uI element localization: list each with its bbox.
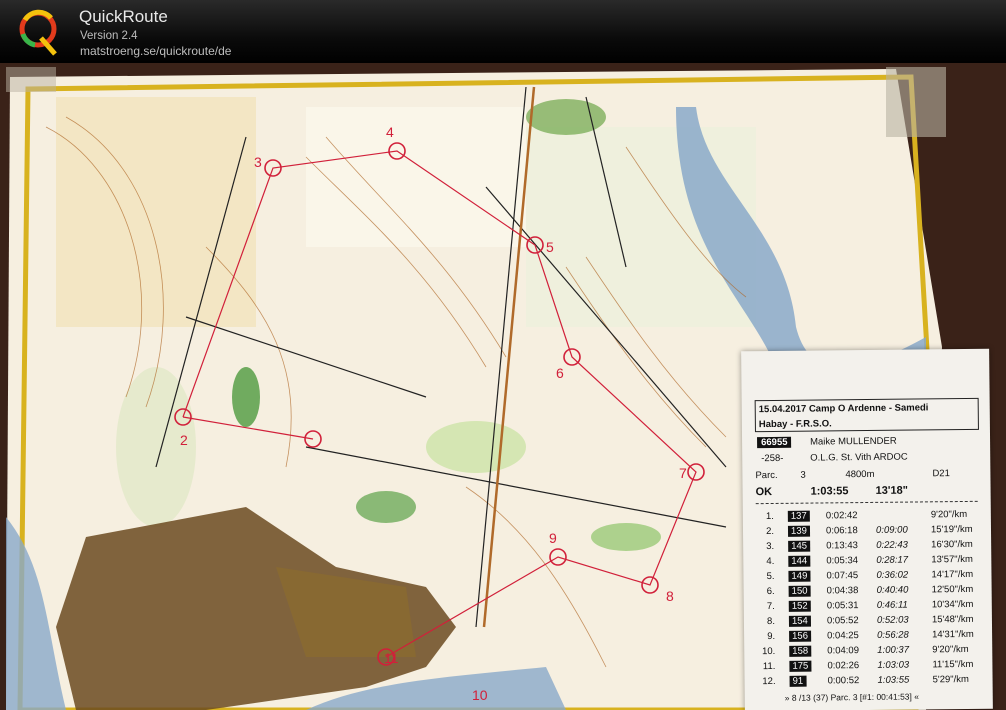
- control-label: 6: [556, 365, 564, 381]
- control-label: 3: [254, 154, 262, 170]
- control-label: 7: [679, 465, 687, 481]
- runner-number: 66955: [757, 436, 792, 449]
- split-row: 12. 91 0:00:52 1:03:55 5'29"/km: [762, 673, 969, 688]
- runner-name: Maike MULLENDER: [810, 435, 897, 448]
- app-url-link[interactable]: matstroeng.se/quickroute/de: [80, 44, 231, 58]
- status: OK: [755, 485, 773, 499]
- club-name: O.L.G. St. Vith ARDOC: [810, 451, 908, 464]
- control-label: 4: [386, 124, 394, 140]
- average-pace: 13'18": [875, 484, 908, 497]
- control-label: 2: [180, 432, 188, 448]
- split-times-receipt: 15.04.2017 Camp O Ardenne - Samedi Habay…: [741, 348, 993, 710]
- control-label: 11: [384, 650, 399, 666]
- control-label: 10: [472, 687, 488, 703]
- organizer-line: Habay - F.R.S.O.: [758, 418, 832, 431]
- parc-label: Parc.: [755, 469, 778, 482]
- receipt-footer: » 8 /13 (37) Parc. 3 [#1: 00:41:53] «: [784, 691, 920, 703]
- splits-table: 1. 137 0:02:42 9'20"/km 2. 139 0:06:18 0:09:00…: [756, 509, 988, 691]
- app-version: Version 2.4: [80, 30, 138, 42]
- divider: [755, 500, 978, 505]
- category: D21: [932, 468, 950, 480]
- title-bar: QuickRoute Version 2.4 matstroeng.se/qui…: [0, 0, 1006, 63]
- quickroute-logo-icon: [19, 9, 57, 56]
- control-label: 9: [549, 530, 557, 546]
- parc-number: 3: [800, 469, 806, 481]
- control-label: 5: [546, 239, 554, 255]
- control-label: 8: [666, 588, 674, 604]
- club-number: -258-: [761, 452, 784, 465]
- event-line: 15.04.2017 Camp O Ardenne - Samedi: [758, 402, 929, 416]
- map-photo: 2 3 4 5 6 7 8 9 10 11 15.04.2017 Camp O …: [0, 63, 1006, 710]
- course-distance: 4800m: [845, 468, 875, 481]
- total-time: 1:03:55: [810, 485, 849, 498]
- app-title: QuickRoute: [79, 7, 168, 26]
